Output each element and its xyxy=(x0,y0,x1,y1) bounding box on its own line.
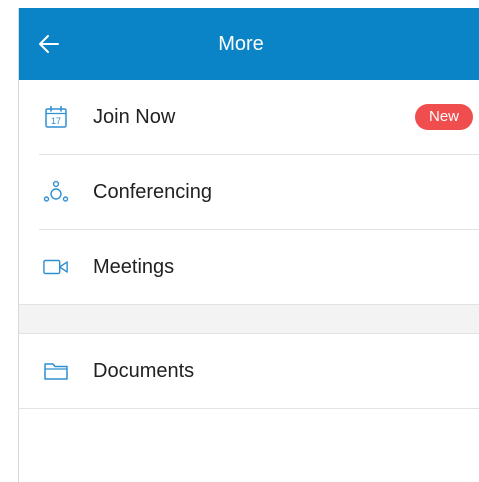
top-app-bar: More xyxy=(19,8,479,80)
menu-item-join-now[interactable]: 17 Join Now New xyxy=(19,80,479,154)
new-badge: New xyxy=(414,104,473,130)
menu-item-documents[interactable]: Documents xyxy=(19,334,479,408)
menu-item-label: Join Now xyxy=(93,106,176,128)
menu-item-conferencing[interactable]: Conferencing xyxy=(19,155,479,229)
menu-item-meetings[interactable]: Meetings xyxy=(19,230,479,304)
calendar-day-text: 17 xyxy=(51,116,61,126)
conference-icon xyxy=(43,179,69,205)
page-title: More xyxy=(218,33,264,55)
menu-item-label: Documents xyxy=(93,360,195,382)
divider xyxy=(19,408,479,409)
video-camera-icon xyxy=(43,254,69,280)
section-separator xyxy=(19,304,479,334)
menu-item-label: Meetings xyxy=(93,256,175,278)
more-screen: More 17 Join Now New Conferencing Meetin… xyxy=(18,8,479,482)
folder-icon xyxy=(43,358,69,384)
calendar-icon: 17 xyxy=(43,104,69,130)
menu-item-label: Conferencing xyxy=(93,181,212,203)
